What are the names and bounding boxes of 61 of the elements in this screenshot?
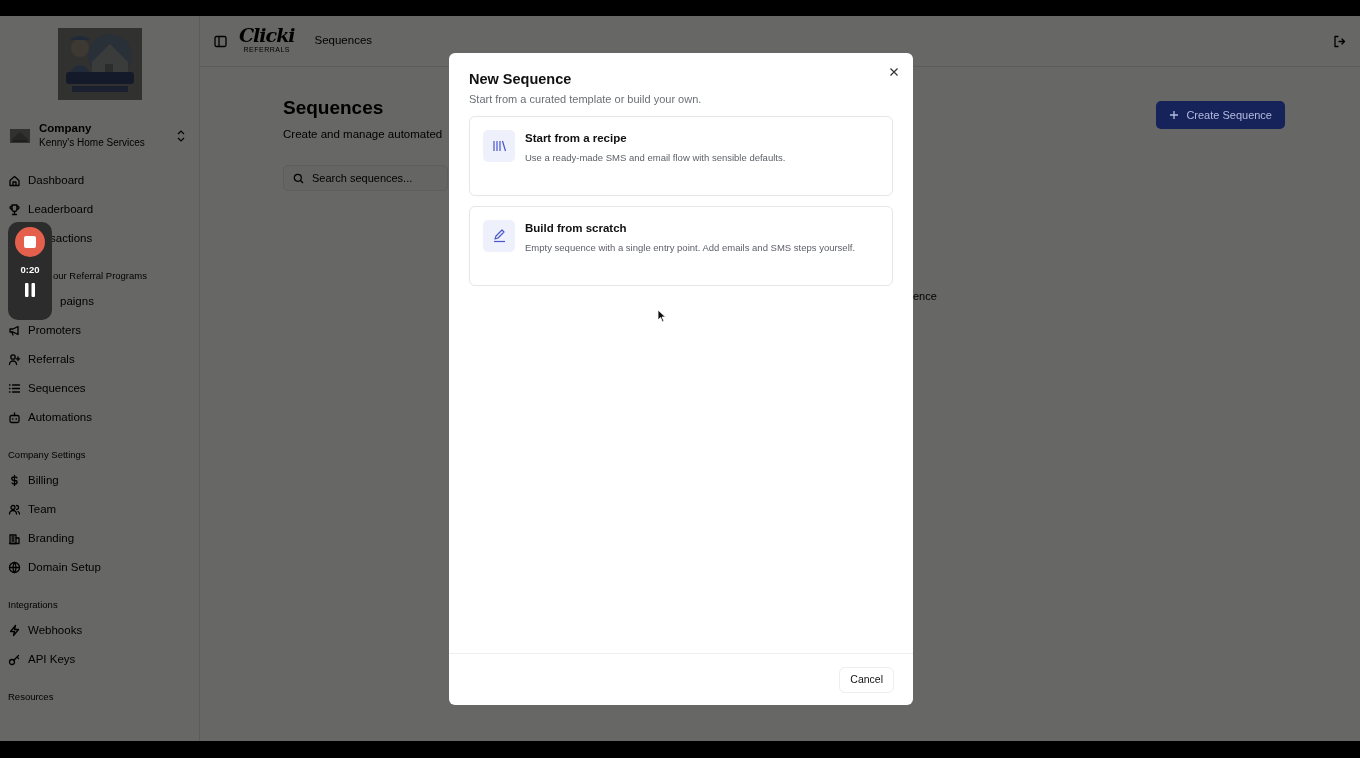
create-sequence-button[interactable]: Create Sequence xyxy=(1156,101,1285,129)
sidebar-item[interactable]: Webhooks xyxy=(0,616,199,646)
chevron-updown-icon xyxy=(177,129,185,142)
section-heading: Company Settings xyxy=(7,447,87,462)
books-icon xyxy=(491,138,507,154)
home-icon xyxy=(8,173,21,187)
section-heading: Integrations xyxy=(7,598,59,613)
dollar-icon xyxy=(8,474,21,488)
brand-logo: Clicki xyxy=(239,26,295,46)
company-logo-icon xyxy=(10,128,30,143)
breadcrumb: Sequences xyxy=(314,33,373,49)
globe-icon xyxy=(8,561,21,575)
option-card[interactable]: Build from scratch Empty sequence with a single entry point. Add emails and SMS steps yourself. xyxy=(469,205,893,286)
dialog-subtitle: Start from a curated template or build your own. xyxy=(469,92,703,108)
sidebar-item[interactable]: Team xyxy=(0,495,199,525)
logout-icon[interactable] xyxy=(1333,34,1346,48)
pause-icon xyxy=(24,283,36,298)
company-label: Company xyxy=(39,122,93,135)
sidebar-item[interactable]: Leaderboard xyxy=(0,194,199,224)
section-heading: our Referral Programs xyxy=(53,268,147,283)
option-card[interactable]: Start from a recipe Use a ready-made SMS and email flow with sensible defaults. xyxy=(469,115,893,196)
search-field[interactable]: Search sequences... xyxy=(283,165,448,192)
stop-recording-button[interactable] xyxy=(15,227,45,257)
pencil-icon xyxy=(491,228,507,244)
sidebar-item[interactable]: Referrals xyxy=(0,344,199,374)
megaphone-icon xyxy=(8,323,21,337)
building-icon xyxy=(8,532,21,546)
page-subtitle: Create and manage automated xyxy=(283,126,444,142)
close-icon xyxy=(889,67,899,77)
pause-button[interactable] xyxy=(24,283,36,298)
mouse-cursor-icon xyxy=(657,309,667,323)
dialog-title: New Sequence xyxy=(469,71,573,89)
page-title: Sequences xyxy=(283,97,385,120)
sidebar-item[interactable]: Dashboard xyxy=(0,165,199,195)
sidebar-item[interactable]: paigns xyxy=(60,286,94,316)
users-icon xyxy=(8,503,21,517)
option-description: Use a ready-made SMS and email flow with sensible defaults. xyxy=(525,151,786,166)
sidebar-toggle-icon xyxy=(214,34,227,48)
option-title: Start from a recipe xyxy=(525,130,628,146)
company-name: Kenny's Home Services xyxy=(39,135,146,150)
lightning-icon xyxy=(8,624,21,638)
recording-time: 0:20 xyxy=(20,263,40,277)
robot-icon xyxy=(8,410,21,424)
cancel-button[interactable]: Cancel xyxy=(839,666,894,693)
plus-icon xyxy=(1169,110,1180,120)
sidebar-item[interactable]: Automations xyxy=(0,402,199,432)
sidebar-item[interactable]: Branding xyxy=(0,524,199,554)
empty-state-text: ence xyxy=(913,289,937,304)
option-description: Empty sequence with a single entry point. Add emails and SMS steps yourself. xyxy=(525,241,856,256)
sidebar-item[interactable]: Promoters xyxy=(0,315,199,345)
sidebar-item[interactable]: Domain Setup xyxy=(0,553,199,583)
user-plus-icon xyxy=(8,352,21,366)
section-heading: Resources xyxy=(7,690,55,705)
option-title: Build from scratch xyxy=(525,220,628,236)
sidebar-item[interactable]: Sequences xyxy=(0,373,199,403)
key-icon xyxy=(8,653,21,667)
list-icon xyxy=(8,381,21,395)
trophy-icon xyxy=(8,202,21,216)
sidebar-item[interactable]: Billing xyxy=(0,466,199,496)
search-icon xyxy=(293,173,304,185)
sidebar-item[interactable]: API Keys xyxy=(0,645,199,675)
